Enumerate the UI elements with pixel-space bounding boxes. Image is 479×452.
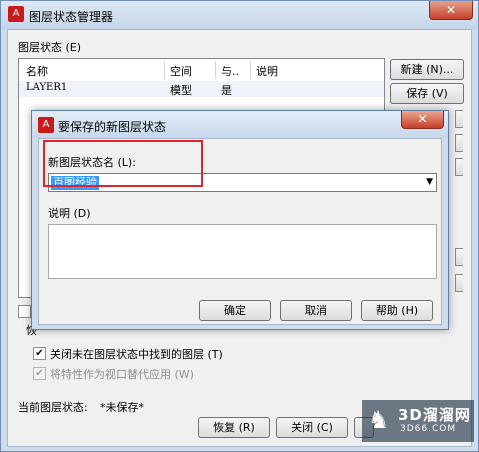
checkmark-icon: ✔ (35, 368, 44, 379)
watermark-brand: 3D溜溜网 (398, 406, 471, 424)
row-name-cell: LAYER1 (26, 82, 68, 93)
row-same-cell: 是 (221, 84, 232, 97)
autocad-logo-icon: A (8, 6, 24, 22)
close-icon: ✕ (417, 112, 428, 126)
new-button[interactable]: 新建 (N)... (390, 59, 464, 80)
hidden-checkbox[interactable] (18, 305, 31, 318)
dialog-title: 要保存的新图层状态 (58, 120, 167, 134)
autocad-logo-icon: A (38, 117, 54, 133)
help-button[interactable]: 帮助 (H) (361, 300, 433, 321)
save-button[interactable]: 保存 (V) (390, 83, 464, 104)
current-state-label: 当前图层状态: (18, 401, 88, 414)
hidden-button[interactable] (455, 158, 463, 176)
close-not-found-checkbox[interactable]: ✔ (33, 347, 46, 360)
hidden-button[interactable] (455, 110, 463, 128)
current-state-value: *未保存* (100, 401, 144, 414)
layer-states-label: 图层状态 (E) (18, 41, 82, 54)
column-header-description[interactable]: 说明 (256, 63, 278, 79)
annotation-highlight-box (43, 140, 203, 187)
watermark-url: 3D66.COM (400, 424, 457, 434)
column-separator (215, 61, 216, 79)
deer-logo-icon: ♞ (368, 406, 390, 434)
table-row[interactable]: LAYER1 模型 是 (19, 81, 384, 97)
close-not-found-label: 关闭未在图层状态中找到的图层 (T) (50, 348, 223, 361)
checkmark-icon: ✔ (35, 348, 44, 359)
row-space-cell: 模型 (170, 84, 192, 97)
description-textarea[interactable] (48, 224, 437, 279)
close-button[interactable]: 关闭 (C) (276, 417, 348, 438)
ok-button[interactable]: 确定 (199, 300, 271, 321)
apply-viewport-checkbox[interactable]: ✔ (33, 367, 46, 380)
column-separator (164, 61, 165, 79)
restore-button[interactable]: 恢复 (R) (198, 417, 270, 438)
close-icon: ✕ (445, 3, 457, 17)
window-title: 图层状态管理器 (29, 10, 114, 24)
column-separator (250, 61, 251, 79)
dialog-titlebar[interactable]: A 要保存的新图层状态 ✕ (32, 111, 448, 138)
window-titlebar[interactable]: A 图层状态管理器 ✕ (1, 1, 478, 29)
chevron-down-icon[interactable]: ▼ (426, 175, 433, 190)
hidden-button[interactable] (455, 248, 463, 266)
hidden-button[interactable] (455, 134, 463, 152)
apply-viewport-label: 将特性作为视口替代应用 (W) (50, 368, 194, 381)
cancel-button[interactable]: 取消 (280, 300, 352, 321)
hidden-button[interactable] (455, 274, 463, 292)
dialog-close-button[interactable]: ✕ (401, 111, 444, 129)
window-close-button[interactable]: ✕ (429, 1, 473, 20)
description-label: 说明 (D) (48, 207, 91, 220)
watermark-logo: ♞ 3D溜溜网 3D66.COM (362, 400, 474, 442)
column-header-same[interactable]: 与.. (221, 63, 239, 79)
column-header-name[interactable]: 名称 (26, 63, 48, 79)
column-header-space[interactable]: 空间 (170, 63, 192, 79)
